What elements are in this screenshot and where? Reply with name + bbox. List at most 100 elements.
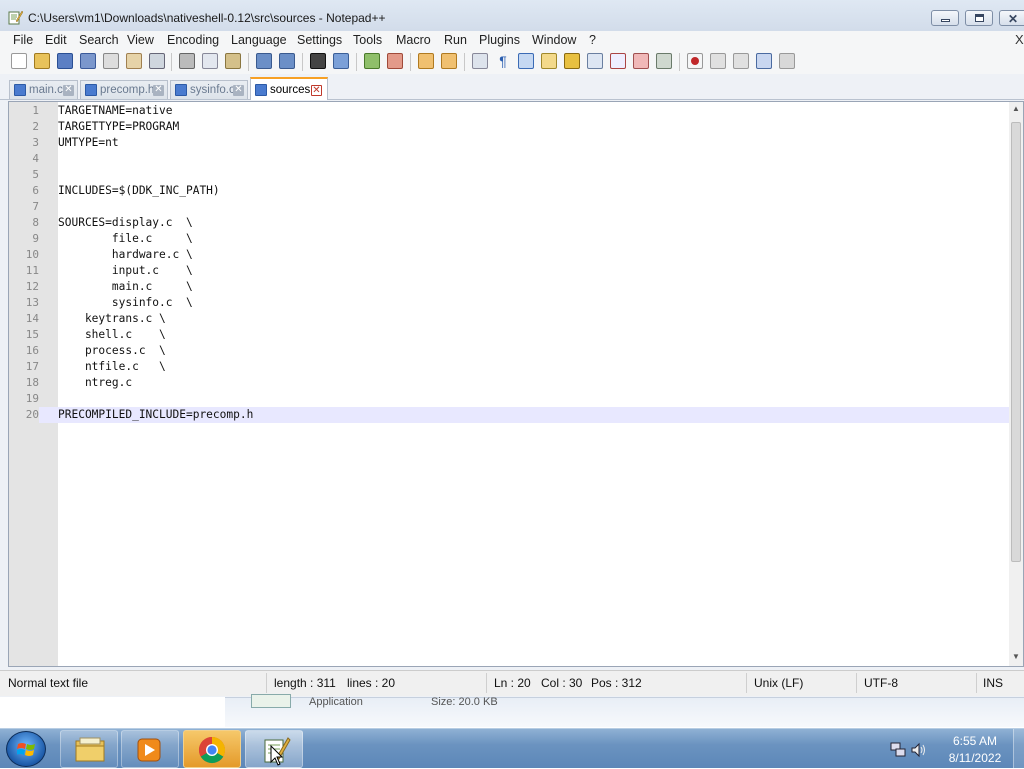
zoom-out-icon[interactable] — [387, 53, 403, 69]
cut-icon[interactable] — [179, 53, 195, 69]
line-text[interactable]: SOURCES=display.c \ — [58, 215, 193, 231]
code-line[interactable]: 8 SOURCES=display.c \ — [9, 215, 1009, 231]
user-defined-language-icon[interactable] — [541, 53, 557, 69]
save-icon[interactable] — [57, 53, 73, 69]
menu-view[interactable]: View — [127, 33, 154, 47]
line-text[interactable]: INCLUDES=$(DDK_INC_PATH) — [58, 183, 220, 199]
code-line[interactable]: 18 ntreg.c — [9, 375, 1009, 391]
eye-icon[interactable] — [656, 53, 672, 69]
menu-file[interactable]: File — [13, 33, 33, 47]
code-line[interactable]: 7 — [9, 199, 1009, 215]
line-text[interactable]: input.c \ — [58, 263, 193, 279]
code-line[interactable]: 9 file.c \ — [9, 231, 1009, 247]
taskbar-explorer[interactable] — [60, 730, 118, 768]
minimize-button[interactable] — [931, 10, 959, 26]
code-line[interactable]: 20 PRECOMPILED_INCLUDE=precomp.h — [9, 407, 1009, 423]
title-bar[interactable]: C:\Users\vm1\Downloads\nativeshell-0.12\… — [0, 0, 1024, 32]
taskbar-notepadpp[interactable] — [245, 730, 303, 768]
code-line[interactable]: 15 shell.c \ — [9, 327, 1009, 343]
close-button[interactable]: ✕ — [999, 10, 1024, 26]
code-line[interactable]: 17 ntfile.c \ — [9, 359, 1009, 375]
word-wrap-icon[interactable] — [472, 53, 488, 69]
redo-icon[interactable] — [279, 53, 295, 69]
menu-search[interactable]: Search — [79, 33, 119, 47]
menu-encoding[interactable]: Encoding — [167, 33, 219, 47]
close-file-icon[interactable] — [103, 53, 119, 69]
menu-window[interactable]: Window — [532, 33, 576, 47]
maximize-button[interactable] — [965, 10, 993, 26]
tab-sources[interactable]: sources ✕ — [250, 77, 328, 100]
run-macro-multiple-icon[interactable] — [756, 53, 772, 69]
tab-close-icon[interactable]: ✕ — [63, 85, 74, 96]
tab-close-icon[interactable]: ✕ — [233, 85, 244, 96]
line-text[interactable]: TARGETTYPE=PROGRAM — [58, 119, 179, 135]
line-text[interactable]: process.c \ — [58, 343, 166, 359]
line-text[interactable]: TARGETNAME=native — [58, 103, 173, 119]
code-line[interactable]: 16 process.c \ — [9, 343, 1009, 359]
code-line[interactable]: 3 UMTYPE=nt — [9, 135, 1009, 151]
show-all-characters-icon[interactable]: ¶ — [495, 53, 511, 69]
network-icon[interactable] — [890, 741, 906, 759]
menu-language[interactable]: Language — [231, 33, 287, 47]
line-text[interactable]: main.c \ — [58, 279, 193, 295]
indent-guide-icon[interactable] — [518, 53, 534, 69]
code-line[interactable]: 19 — [9, 391, 1009, 407]
paste-icon[interactable] — [225, 53, 241, 69]
line-text[interactable]: hardware.c \ — [58, 247, 193, 263]
replace-icon[interactable] — [333, 53, 349, 69]
code-line[interactable]: 2 TARGETTYPE=PROGRAM — [9, 119, 1009, 135]
folder-as-workspace-icon[interactable] — [610, 53, 626, 69]
code-line[interactable]: 13 sysinfo.c \ — [9, 295, 1009, 311]
close-all-icon[interactable] — [126, 53, 142, 69]
line-text[interactable]: PRECOMPILED_INCLUDE=precomp.h — [58, 407, 253, 423]
function-list-icon[interactable] — [587, 53, 603, 69]
menu-help[interactable]: ? — [589, 33, 596, 47]
menu-run[interactable]: Run — [444, 33, 467, 47]
sync-horizontal-icon[interactable] — [441, 53, 457, 69]
save-macro-icon[interactable] — [779, 53, 795, 69]
tab-close-icon[interactable]: ✕ — [153, 85, 164, 96]
record-macro-icon[interactable] — [687, 53, 703, 69]
eol-status[interactable]: Unix (LF) — [754, 676, 803, 690]
start-button[interactable] — [6, 731, 46, 767]
monitoring-icon[interactable] — [633, 53, 649, 69]
stop-macro-icon[interactable] — [710, 53, 726, 69]
scroll-thumb[interactable] — [1011, 122, 1021, 562]
insert-mode-status[interactable]: INS — [983, 676, 1003, 690]
menu-macro[interactable]: Macro — [396, 33, 431, 47]
find-icon[interactable] — [310, 53, 326, 69]
play-macro-icon[interactable] — [733, 53, 749, 69]
menu-plugins[interactable]: Plugins — [479, 33, 520, 47]
volume-icon[interactable] — [910, 741, 928, 759]
clock-date[interactable]: 8/11/2022 — [945, 751, 1005, 765]
line-text[interactable]: ntreg.c — [58, 375, 132, 391]
line-text[interactable]: UMTYPE=nt — [58, 135, 119, 151]
scroll-down-icon[interactable]: ▼ — [1012, 652, 1020, 661]
print-icon[interactable] — [149, 53, 165, 69]
scroll-up-icon[interactable]: ▲ — [1012, 104, 1020, 113]
line-text[interactable]: ntfile.c \ — [58, 359, 166, 375]
code-line[interactable]: 4 — [9, 151, 1009, 167]
tab-main-c[interactable]: main.c ✕ — [9, 80, 78, 99]
save-all-icon[interactable] — [80, 53, 96, 69]
document-map-icon[interactable] — [564, 53, 580, 69]
vertical-scrollbar[interactable]: ▲ ▼ — [1009, 102, 1023, 666]
open-file-icon[interactable] — [34, 53, 50, 69]
tab-close-icon[interactable]: ✕ — [311, 85, 322, 96]
editor-area[interactable]: 1 TARGETNAME=native 2 TARGETTYPE=PROGRAM 3 UM… — [8, 101, 1024, 667]
menu-tools[interactable]: Tools — [353, 33, 382, 47]
code-line[interactable]: 10 hardware.c \ — [9, 247, 1009, 263]
line-text[interactable]: shell.c \ — [58, 327, 166, 343]
clock-time[interactable]: 6:55 AM — [945, 734, 1005, 748]
code-line[interactable]: 6 INCLUDES=$(DDK_INC_PATH) — [9, 183, 1009, 199]
line-text[interactable]: sysinfo.c \ — [58, 295, 193, 311]
code-line[interactable]: 11 input.c \ — [9, 263, 1009, 279]
code-line[interactable]: 1 TARGETNAME=native — [9, 103, 1009, 119]
taskbar-media-player[interactable] — [121, 730, 179, 768]
sync-vertical-icon[interactable] — [418, 53, 434, 69]
line-text[interactable]: file.c \ — [58, 231, 193, 247]
tab-sysinfo-c[interactable]: sysinfo.c ✕ — [170, 80, 248, 99]
undo-icon[interactable] — [256, 53, 272, 69]
code-line[interactable]: 14 keytrans.c \ — [9, 311, 1009, 327]
close-document-button[interactable]: X — [1015, 32, 1024, 47]
